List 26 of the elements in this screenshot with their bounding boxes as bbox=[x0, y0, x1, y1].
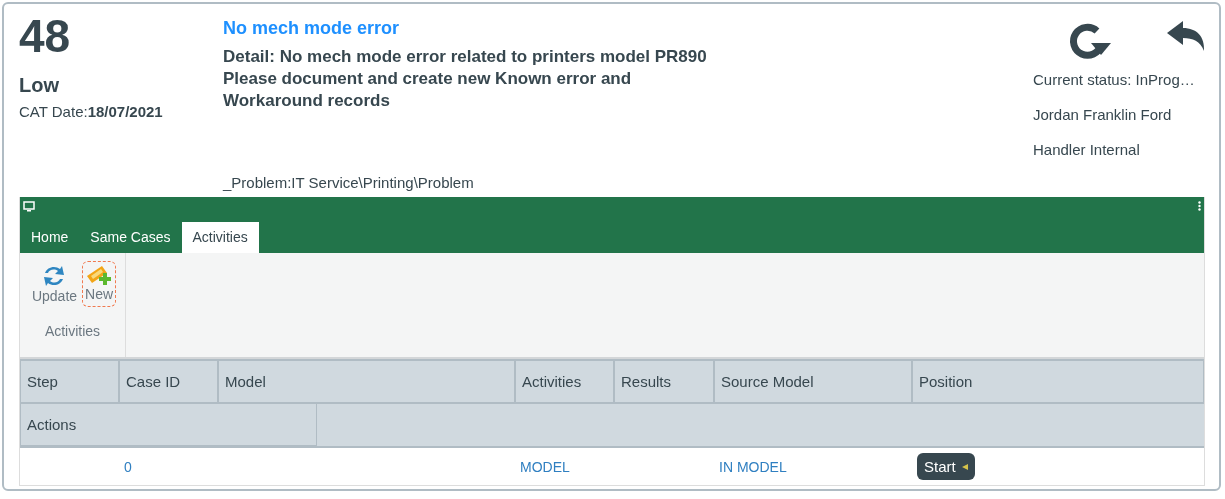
start-button[interactable]: Start bbox=[917, 453, 975, 480]
column-header[interactable]: Actions bbox=[20, 404, 317, 446]
triangle-icon bbox=[961, 463, 968, 470]
more-icon[interactable] bbox=[1198, 201, 1201, 211]
status-text: Jordan Franklin Ford bbox=[1033, 105, 1173, 125]
ribbon-button[interactable]: New bbox=[82, 261, 117, 307]
problem-category: _Problem:IT Service\Printing\Problem bbox=[223, 174, 475, 191]
case-number: 48 bbox=[19, 12, 72, 60]
priority-label: Low bbox=[19, 74, 60, 97]
tab[interactable]: Activities bbox=[181, 222, 259, 253]
table-link[interactable]: IN MODEL bbox=[719, 458, 787, 475]
cat-date: CAT Date:18/07/2021 bbox=[19, 103, 164, 120]
refresh-icon[interactable] bbox=[1067, 21, 1111, 61]
table-link[interactable]: 0 bbox=[124, 458, 132, 475]
table-link[interactable]: MODEL bbox=[520, 458, 570, 475]
ticket-plus-icon bbox=[86, 264, 113, 286]
problem-detail: Detail: No mech mode error related to printers model PR890 Please document and create new Known error and Workaround records bbox=[223, 46, 708, 112]
group-label: Activities bbox=[44, 323, 101, 339]
ribbon-button[interactable]: Update bbox=[28, 261, 81, 307]
reply-icon[interactable] bbox=[1167, 21, 1205, 51]
status-text: Handler Internal bbox=[1033, 140, 1141, 160]
monitor-icon bbox=[23, 201, 35, 212]
sync-arrows-icon bbox=[43, 264, 66, 288]
tab[interactable]: Same Cases bbox=[79, 222, 182, 253]
status-text: Current status: InProg… bbox=[1033, 70, 1196, 90]
tab[interactable]: Home bbox=[20, 222, 80, 253]
